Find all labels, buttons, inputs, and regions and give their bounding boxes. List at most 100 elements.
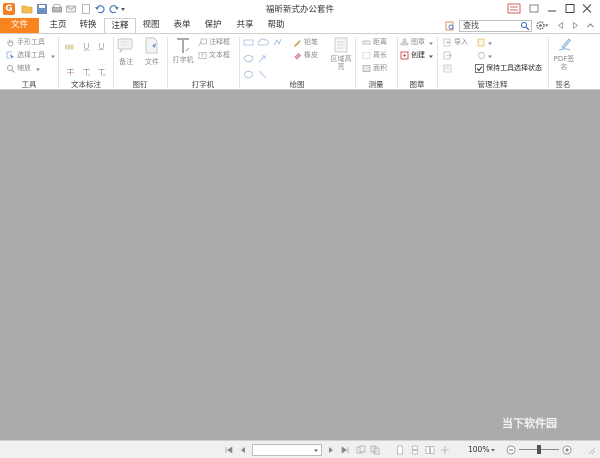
area-highlight-button[interactable]: 区域高亮: [330, 55, 352, 71]
back-arrow-icon[interactable]: [556, 21, 565, 30]
maximize-icon[interactable]: [563, 2, 577, 15]
perimeter-button[interactable]: 周长: [373, 51, 387, 60]
hand-tool-button[interactable]: 手形工具: [17, 38, 45, 47]
area-highlight-icon[interactable]: [333, 37, 349, 53]
arrow-icon[interactable]: [258, 54, 267, 63]
stamp-dropdown-icon[interactable]: [428, 39, 434, 48]
single-page-icon[interactable]: [395, 445, 405, 455]
first-page-icon[interactable]: [224, 445, 234, 455]
forward-arrow-icon[interactable]: [571, 21, 580, 30]
callout-button[interactable]: 注释框: [209, 38, 230, 47]
rectangle-icon[interactable]: [243, 38, 254, 47]
select-tool-button[interactable]: 选择工具: [17, 51, 45, 60]
typewriter-button[interactable]: 打字机: [172, 56, 194, 64]
settings-gear-icon[interactable]: [535, 20, 549, 31]
tab-convert[interactable]: 转换: [74, 18, 102, 33]
close-icon[interactable]: [580, 2, 594, 15]
previous-page-icon[interactable]: [238, 445, 248, 455]
tab-file[interactable]: 文件: [0, 18, 39, 33]
continuous-page-icon[interactable]: [410, 445, 420, 455]
zoom-out-icon[interactable]: [506, 445, 516, 455]
last-page-icon[interactable]: [340, 445, 350, 455]
collapse-ribbon-icon[interactable]: [586, 21, 595, 30]
resize-grip-icon[interactable]: [586, 445, 596, 455]
print-icon[interactable]: [51, 3, 63, 15]
show-dropdown-icon[interactable]: [487, 39, 493, 48]
tab-view[interactable]: 视图: [138, 18, 164, 33]
file-attachment-icon[interactable]: [143, 37, 160, 54]
keep-tool-checkbox[interactable]: [475, 64, 484, 73]
popup-notes-icon[interactable]: [477, 51, 486, 60]
zoom-level[interactable]: 100%: [468, 445, 489, 454]
save-icon[interactable]: [36, 3, 48, 15]
page-number-input[interactable]: [252, 444, 322, 456]
minimize-icon[interactable]: [545, 2, 559, 15]
search-input[interactable]: 查找: [459, 20, 532, 32]
zoom-in-icon[interactable]: [562, 445, 572, 455]
zoom-slider-thumb[interactable]: [537, 445, 541, 454]
eraser-button[interactable]: 橡皮: [304, 51, 318, 60]
distance-button[interactable]: 距离: [373, 38, 387, 47]
tab-help[interactable]: 帮助: [262, 18, 290, 33]
tab-comment[interactable]: 注释: [104, 18, 136, 34]
page-icon[interactable]: [80, 3, 92, 15]
replace-text-icon[interactable]: [82, 68, 91, 77]
tab-protect[interactable]: 保护: [199, 18, 227, 33]
highlight-text-icon[interactable]: [64, 42, 75, 51]
restore-icon[interactable]: [527, 2, 541, 15]
line-icon[interactable]: [258, 70, 267, 79]
insert-text-icon[interactable]: [97, 68, 106, 77]
stamp-button[interactable]: 图章: [411, 38, 425, 47]
keep-tool-label[interactable]: 保持工具选择状态: [486, 64, 542, 73]
note-button[interactable]: 备注: [114, 58, 138, 66]
page-dropdown-icon[interactable]: [313, 447, 319, 454]
group-label-text-markup: 文本标注: [71, 80, 101, 89]
open-folder-icon[interactable]: [21, 3, 33, 15]
pdf-sign-button[interactable]: PDF签名: [551, 55, 577, 71]
zoom-dropdown-icon[interactable]: [35, 65, 41, 74]
find-tools-icon[interactable]: [445, 21, 455, 31]
document-workspace[interactable]: [0, 90, 600, 440]
tab-home[interactable]: 主页: [44, 18, 72, 33]
cloud-icon[interactable]: [258, 38, 269, 47]
note-icon[interactable]: [117, 37, 134, 54]
summarize-icon[interactable]: [443, 64, 452, 73]
textbox-button[interactable]: 文本框: [209, 51, 230, 60]
pencil-button[interactable]: 铅笔: [304, 38, 318, 47]
next-page-icon[interactable]: [326, 445, 336, 455]
quick-access-dropdown-icon[interactable]: [120, 3, 126, 15]
area-measure-button[interactable]: 面积: [373, 64, 387, 73]
create-dropdown-icon[interactable]: [428, 52, 434, 61]
area-measure-icon: [362, 65, 371, 72]
typewriter-icon[interactable]: [175, 37, 191, 54]
polyline-icon[interactable]: [273, 38, 282, 47]
previous-view-icon[interactable]: [356, 445, 366, 455]
oval-icon[interactable]: [243, 54, 254, 63]
underline-icon[interactable]: [82, 42, 91, 51]
redo-icon[interactable]: [108, 3, 120, 15]
create-stamp-button[interactable]: 创建: [411, 51, 425, 60]
facing-page-icon[interactable]: [425, 445, 435, 455]
zoom-tool-button[interactable]: 缩放: [17, 64, 31, 73]
split-view-icon[interactable]: [440, 445, 450, 455]
export-icon[interactable]: [443, 51, 452, 60]
polygon-icon[interactable]: [243, 70, 254, 79]
tab-share[interactable]: 共享: [231, 18, 259, 33]
mail-icon[interactable]: [65, 3, 77, 15]
file-attachment-button[interactable]: 文件: [140, 58, 164, 66]
user-badge-icon[interactable]: [507, 2, 521, 15]
show-comments-icon[interactable]: [477, 38, 486, 47]
ribbon-tab-bar: 文件 主页 转换 注释 视图 表单 保护 共享 帮助 查找: [0, 18, 600, 34]
import-button[interactable]: 导入: [454, 38, 468, 47]
select-dropdown-icon[interactable]: [50, 52, 56, 61]
strikeout-icon[interactable]: [66, 68, 75, 77]
next-view-icon[interactable]: [370, 445, 380, 455]
zoom-dropdown-icon[interactable]: [490, 445, 496, 455]
search-icon[interactable]: [520, 21, 530, 31]
undo-icon[interactable]: [94, 3, 106, 15]
pdf-sign-icon[interactable]: [556, 37, 573, 53]
popup-dropdown-icon[interactable]: [487, 52, 493, 61]
squiggly-underline-icon[interactable]: [97, 42, 106, 51]
tab-form[interactable]: 表单: [168, 18, 196, 33]
app-logo-icon[interactable]: G: [3, 3, 15, 15]
